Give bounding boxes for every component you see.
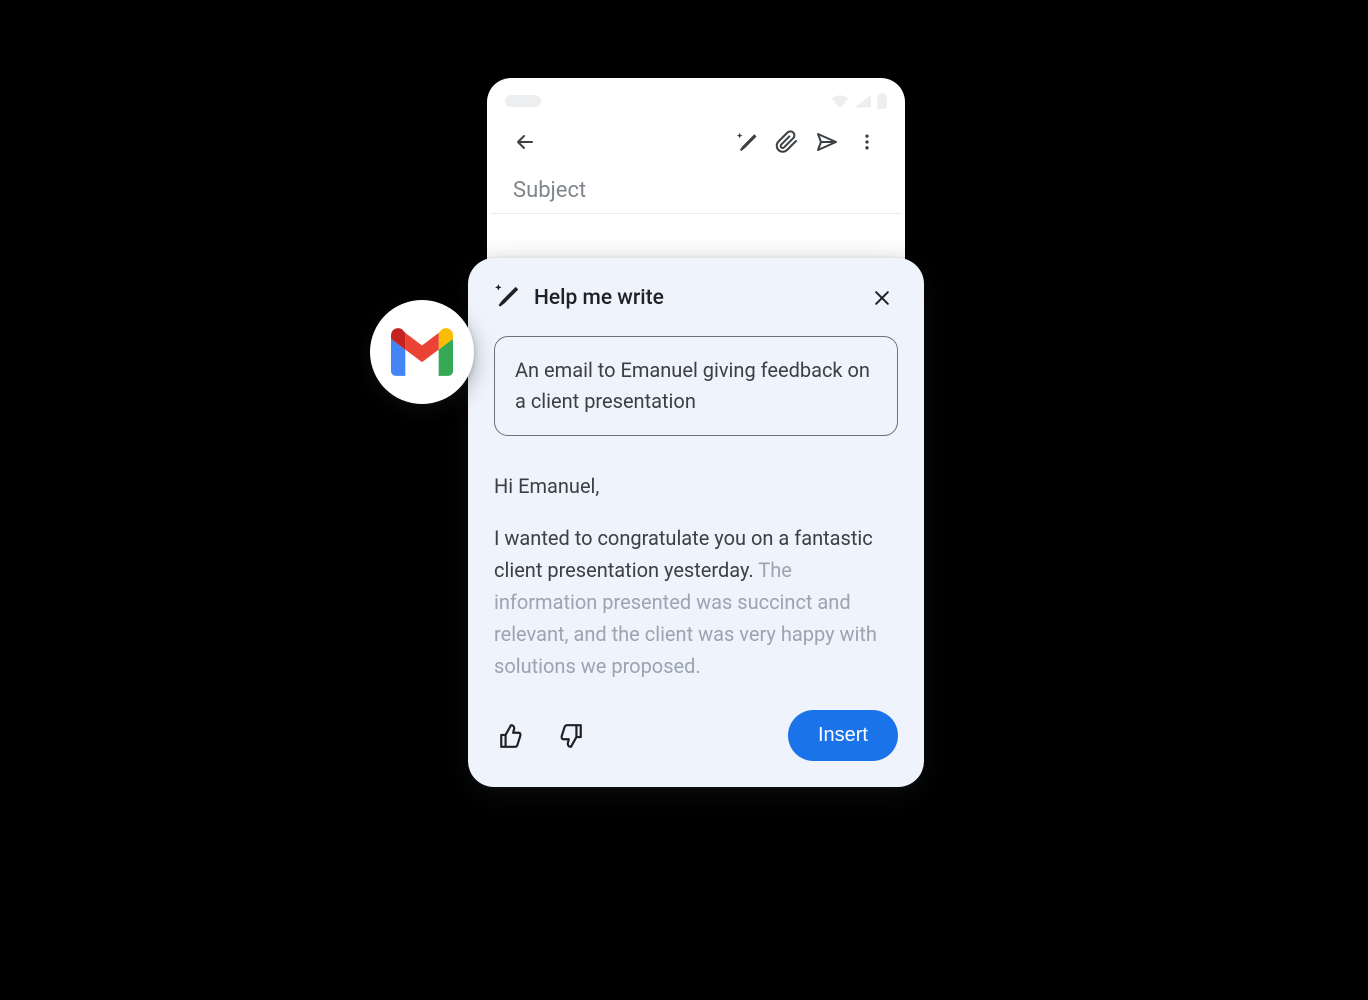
send-icon[interactable] — [807, 122, 847, 162]
help-me-write-panel: Help me write An email to Emanuel giving… — [468, 258, 924, 787]
magic-write-icon[interactable] — [727, 122, 767, 162]
signal-icon — [855, 94, 871, 108]
more-icon[interactable] — [847, 122, 887, 162]
subject-field[interactable]: Subject — [491, 170, 901, 214]
prompt-input[interactable]: An email to Emanuel giving feedback on a… — [494, 336, 898, 436]
back-button[interactable] — [505, 122, 545, 162]
battery-icon — [877, 93, 887, 109]
compose-toolbar — [487, 114, 905, 170]
status-bar — [487, 78, 905, 114]
thumbs-up-button[interactable] — [494, 719, 528, 753]
gmail-logo-badge — [370, 300, 474, 404]
insert-button[interactable]: Insert — [788, 710, 898, 761]
generated-body: Hi Emanuel, I wanted to congratulate you… — [494, 470, 898, 682]
wifi-icon — [831, 94, 849, 108]
prompt-text: An email to Emanuel giving feedback on a… — [515, 358, 870, 413]
attachment-icon[interactable] — [767, 122, 807, 162]
thumbs-down-button[interactable] — [554, 719, 588, 753]
panel-title: Help me write — [534, 286, 852, 310]
close-button[interactable] — [866, 282, 898, 314]
status-pill — [505, 95, 541, 107]
greeting-line: Hi Emanuel, — [494, 470, 898, 502]
body-strong: I wanted to congratulate you on a fantas… — [494, 526, 873, 582]
magic-pen-icon — [494, 283, 520, 313]
gmail-icon — [391, 328, 453, 376]
subject-placeholder: Subject — [513, 178, 586, 203]
status-icons — [831, 93, 887, 109]
